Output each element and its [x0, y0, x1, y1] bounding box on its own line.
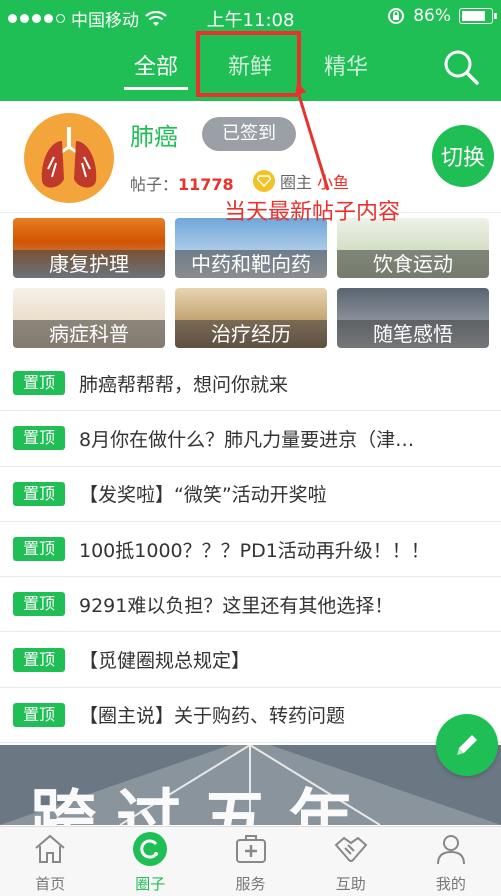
signed-in-button[interactable]: 已签到	[202, 117, 296, 151]
category-label: 中药和靶向药	[175, 250, 327, 278]
lungs-icon	[41, 127, 97, 188]
handshake-icon	[334, 836, 368, 862]
post-title: 【发奖啦】“微笑”活动开奖啦	[79, 484, 327, 507]
pinned-badge: 置顶	[13, 481, 65, 506]
tab-all[interactable]: 全部	[124, 50, 188, 90]
status-bar: 中国移动 上午11:08 86%	[0, 0, 501, 34]
list-item[interactable]: 置顶 【发奖啦】“微笑”活动开奖啦	[0, 467, 501, 522]
user-icon	[436, 835, 465, 865]
list-item[interactable]: 置顶 8月你在做什么？肺凡力量要进京（津…	[0, 411, 501, 467]
pinned-post-list: 置顶 肺癌帮帮帮，想问你就来 置顶 8月你在做什么？肺凡力量要进京（津… 置顶 【发奖…	[0, 356, 501, 744]
diamond-icon	[253, 170, 275, 192]
nav-label: 首页	[35, 875, 66, 893]
list-item[interactable]: 置顶 【觅健圈规总规定】	[0, 632, 501, 688]
nav-mutual-help[interactable]: 互助	[301, 827, 401, 896]
pinned-badge: 置顶	[13, 371, 65, 396]
pinned-badge: 置顶	[13, 537, 65, 562]
list-item[interactable]: 置顶 9291难以负担？这里还有其他选择！	[0, 577, 501, 633]
tab-featured[interactable]: 精华	[310, 50, 382, 90]
nav-mine[interactable]: 我的	[401, 827, 501, 896]
nav-label: 互助	[335, 875, 366, 893]
annotation-highlight-box	[196, 31, 301, 97]
category-treatment-experience[interactable]: 治疗经历	[175, 288, 327, 348]
promo-banner[interactable]: 跨过五年	[0, 745, 501, 825]
nav-home[interactable]: 首页	[0, 827, 100, 896]
category-label: 病症科普	[13, 320, 165, 348]
pinned-badge: 置顶	[13, 592, 65, 617]
new-post-button[interactable]	[436, 714, 498, 776]
annotation-text: 当天最新帖子内容	[224, 200, 401, 225]
category-label: 随笔感悟	[337, 320, 489, 348]
nav-circle[interactable]: 圈子	[100, 827, 200, 896]
category-disease-science[interactable]: 病症科普	[13, 288, 165, 348]
pinned-badge: 置顶	[13, 647, 65, 672]
category-herbal-targeted[interactable]: 中药和靶向药	[175, 218, 327, 278]
post-count-label: 帖子：	[130, 175, 179, 194]
post-title: 肺癌帮帮帮，想问你就来	[79, 373, 289, 396]
search-icon[interactable]	[441, 47, 481, 87]
post-count: 帖子：11778	[130, 171, 234, 195]
category-essays[interactable]: 随笔感悟	[337, 288, 489, 348]
rotation-lock-icon	[388, 8, 405, 24]
post-title: 8月你在做什么？肺凡力量要进京（津…	[79, 428, 415, 451]
battery-percent: 86%	[413, 6, 451, 26]
bottom-nav: 首页 圈子 服务 互助 我的	[0, 826, 501, 896]
circle-icon	[133, 832, 168, 866]
post-title: 【觅健圈规总规定】	[79, 650, 251, 673]
list-item[interactable]: 置顶 【圈主说】关于购药、转药问题	[0, 688, 501, 744]
switch-circle-button[interactable]: 切换	[432, 125, 494, 187]
circle-name: 肺癌	[130, 123, 178, 151]
circle-avatar	[24, 113, 114, 203]
post-title: 【圈主说】关于购药、转药问题	[79, 705, 346, 728]
post-count-value: 11778	[178, 175, 234, 194]
nav-label: 我的	[435, 875, 466, 893]
category-label: 治疗经历	[175, 320, 327, 348]
pinned-badge: 置顶	[13, 702, 65, 727]
banner-title: 跨过五年	[30, 782, 374, 825]
category-diet-exercise[interactable]: 饮食运动	[337, 218, 489, 278]
list-item[interactable]: 置顶 100抵1000？？？PD1活动再升级！！！	[0, 522, 501, 578]
medical-kit-icon	[235, 835, 266, 863]
owner-label: 圈主	[280, 173, 313, 192]
category-rehab-care[interactable]: 康复护理	[13, 218, 165, 278]
category-label: 康复护理	[13, 250, 165, 278]
battery-icon	[459, 8, 497, 24]
pencil-icon	[457, 735, 477, 755]
nav-label: 服务	[235, 875, 266, 893]
pinned-badge: 置顶	[13, 426, 65, 451]
post-title: 9291难以负担？这里还有其他选择！	[79, 594, 394, 617]
category-label: 饮食运动	[337, 250, 489, 278]
post-title: 100抵1000？？？PD1活动再升级！！！	[79, 539, 430, 562]
owner-name[interactable]: 小鱼	[317, 169, 349, 193]
nav-service[interactable]: 服务	[200, 827, 300, 896]
nav-label: 圈子	[135, 875, 166, 893]
circle-owner: 圈主 小鱼	[253, 169, 349, 193]
list-item[interactable]: 置顶 肺癌帮帮帮，想问你就来	[0, 356, 501, 412]
home-icon	[35, 834, 65, 863]
